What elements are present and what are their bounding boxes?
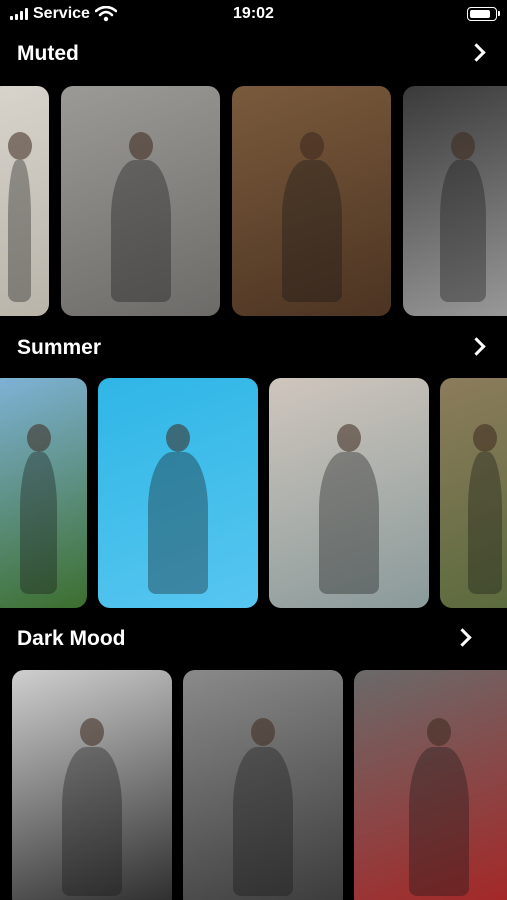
photo-subject-figure xyxy=(8,159,31,303)
photo-subject-head xyxy=(473,424,497,452)
photo-subject-head xyxy=(451,132,475,160)
photo-card[interactable] xyxy=(232,86,391,316)
photo-card[interactable] xyxy=(0,378,87,608)
photo-card[interactable] xyxy=(440,378,507,608)
section-title[interactable]: Dark Mood xyxy=(17,627,126,651)
photo-subject-figure xyxy=(233,746,293,896)
photo-subject-head xyxy=(80,718,104,746)
photo-subject-figure xyxy=(20,451,57,595)
photo-subject-head xyxy=(26,424,51,452)
photo-subject-figure xyxy=(319,451,379,595)
chevron-right-icon[interactable] xyxy=(467,43,486,62)
section-title[interactable]: Muted xyxy=(17,42,79,66)
photo-subject-head xyxy=(166,424,190,452)
photo-subject-figure xyxy=(467,451,503,595)
photo-subject-head xyxy=(427,718,451,746)
photo-subject-figure xyxy=(110,159,171,303)
photo-row-dark-mood[interactable] xyxy=(0,670,507,900)
photo-card[interactable] xyxy=(0,86,49,316)
photo-subject-figure xyxy=(440,159,486,303)
chevron-right-icon[interactable] xyxy=(467,337,486,356)
photo-subject-figure xyxy=(62,746,122,896)
photo-row-muted[interactable] xyxy=(0,86,507,316)
photo-card[interactable] xyxy=(269,378,429,608)
section-title[interactable]: Summer xyxy=(17,336,101,360)
photo-card[interactable] xyxy=(98,378,258,608)
photo-subject-head xyxy=(299,132,324,160)
photo-subject-figure xyxy=(148,451,208,595)
photo-subject-head xyxy=(7,132,32,160)
photo-subject-head xyxy=(128,132,153,160)
photo-card[interactable] xyxy=(183,670,343,900)
photo-row-summer[interactable] xyxy=(0,378,507,608)
photo-subject-figure xyxy=(281,159,342,303)
photo-card[interactable] xyxy=(61,86,220,316)
photo-subject-figure xyxy=(409,746,469,896)
photo-card[interactable] xyxy=(12,670,172,900)
photo-card[interactable] xyxy=(354,670,507,900)
photo-card[interactable] xyxy=(403,86,507,316)
photo-subject-head xyxy=(251,718,275,746)
status-bar: Service 19:02 xyxy=(0,0,507,30)
clock: 19:02 xyxy=(233,5,274,22)
photo-subject-head xyxy=(337,424,361,452)
chevron-right-icon[interactable] xyxy=(453,628,472,647)
battery-level-fill xyxy=(470,10,490,18)
battery-icon xyxy=(467,7,500,21)
